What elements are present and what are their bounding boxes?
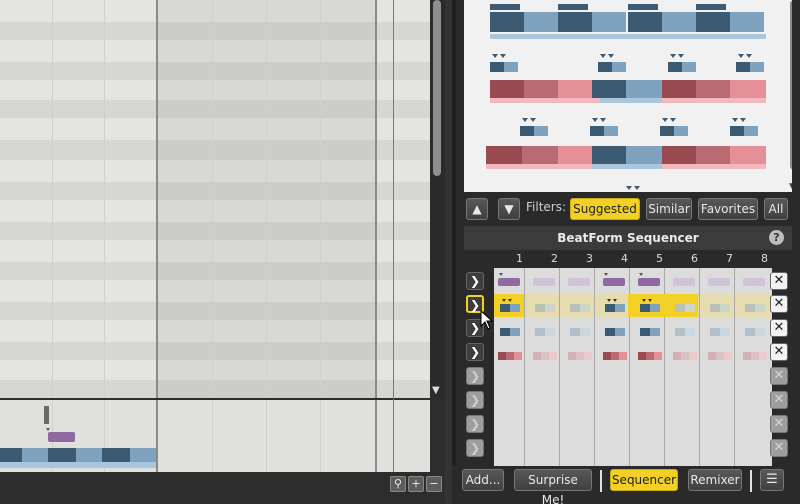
- remixer-mode-button[interactable]: Remixer: [688, 469, 742, 491]
- scrollbar-thumb[interactable]: [433, 0, 441, 176]
- row-1-play-button[interactable]: ❯: [466, 272, 484, 290]
- row-6-close-button[interactable]: ✕: [770, 391, 788, 409]
- roll-footer: [0, 472, 445, 504]
- row-8-play-button[interactable]: ❯: [466, 439, 484, 457]
- scrollbar-thumb[interactable]: [790, 0, 792, 170]
- pattern-preview[interactable]: ▼: [464, 0, 792, 192]
- scroll-down-icon[interactable]: ▼: [432, 385, 440, 396]
- step-number: 4: [621, 252, 628, 265]
- add-button[interactable]: Add...: [462, 469, 504, 491]
- bar-line: [156, 0, 158, 398]
- grid-line: [320, 0, 321, 398]
- clip-lane[interactable]: [0, 400, 430, 472]
- divider: [600, 470, 602, 492]
- note-grid[interactable]: [0, 0, 430, 398]
- step-number: 6: [691, 252, 698, 265]
- piano-roll: ▼ ⚲ + −: [0, 0, 445, 504]
- preview-scrollbar[interactable]: ▼: [786, 0, 792, 192]
- step-number: 1: [516, 252, 523, 265]
- row-3-close-button[interactable]: ✕: [770, 319, 788, 337]
- row-8-close-button[interactable]: ✕: [770, 439, 788, 457]
- sequencer-header: BeatForm Sequencer ?: [464, 226, 792, 250]
- grid-line: [52, 0, 53, 398]
- surprise-me-button[interactable]: Surprise Me!: [514, 469, 592, 504]
- minus-icon[interactable]: −: [426, 476, 442, 492]
- step-number: 2: [551, 252, 558, 265]
- bar-line: [375, 0, 377, 398]
- step-numbers: 1 2 3 4 5 6 7 8: [502, 252, 768, 268]
- divider: [750, 470, 752, 492]
- magnifier-icon[interactable]: ⚲: [390, 476, 406, 492]
- grid-line: [212, 400, 213, 472]
- row-4-play-button[interactable]: ❯: [466, 343, 484, 361]
- browser-panel: ▼ ▲ ▼ Filters: Suggested Similar Favorit…: [452, 0, 800, 504]
- app-window: ▼ ⚲ + − ▲ ▼ Filters: Suggested Similar F…: [0, 0, 800, 504]
- menu-icon[interactable]: ☰: [760, 469, 784, 491]
- scroll-down-icon[interactable]: ▼: [789, 182, 792, 192]
- grid-line: [320, 400, 321, 472]
- step-number: 3: [586, 252, 593, 265]
- grid-line: [212, 0, 213, 398]
- loop-region: [158, 0, 376, 398]
- filters-label: Filters:: [526, 200, 567, 214]
- playhead[interactable]: [393, 0, 394, 472]
- pattern-thumbnails[interactable]: [464, 0, 786, 192]
- bar-line: [375, 400, 377, 472]
- arrow-up-icon[interactable]: ▲: [466, 198, 488, 220]
- filter-all-button[interactable]: All: [764, 198, 788, 220]
- row-7-close-button[interactable]: ✕: [770, 415, 788, 433]
- help-icon[interactable]: ?: [769, 230, 784, 245]
- filter-favorites-button[interactable]: Favorites: [698, 198, 758, 220]
- step-number: 8: [761, 252, 768, 265]
- filter-similar-button[interactable]: Similar: [646, 198, 692, 220]
- grid-line: [104, 0, 105, 398]
- grid-line: [266, 0, 267, 398]
- step-number: 7: [726, 252, 733, 265]
- clip-pattern[interactable]: [0, 400, 160, 472]
- sequencer-mode-button[interactable]: Sequencer: [610, 469, 678, 491]
- sequencer-cells[interactable]: [494, 268, 772, 466]
- sequencer-title: BeatForm Sequencer: [557, 231, 699, 245]
- arrow-down-icon[interactable]: ▼: [498, 198, 520, 220]
- row-6-play-button[interactable]: ❯: [466, 391, 484, 409]
- filter-bar: ▲ ▼ Filters: Suggested Similar Favorites…: [464, 196, 792, 222]
- row-5-close-button[interactable]: ✕: [770, 367, 788, 385]
- row-7-play-button[interactable]: ❯: [466, 415, 484, 433]
- filter-suggested-button[interactable]: Suggested: [570, 198, 640, 220]
- sequencer-grid[interactable]: [494, 268, 772, 466]
- row-1-close-button[interactable]: ✕: [770, 272, 788, 290]
- roll-vertical-scrollbar[interactable]: ▼: [430, 0, 445, 398]
- step-number: 5: [656, 252, 663, 265]
- row-2-close-button[interactable]: ✕: [770, 295, 788, 313]
- grid-line: [266, 400, 267, 472]
- row-5-play-button[interactable]: ❯: [466, 367, 484, 385]
- mouse-cursor-icon: [480, 310, 494, 330]
- row-4-close-button[interactable]: ✕: [770, 343, 788, 361]
- plus-icon[interactable]: +: [408, 476, 424, 492]
